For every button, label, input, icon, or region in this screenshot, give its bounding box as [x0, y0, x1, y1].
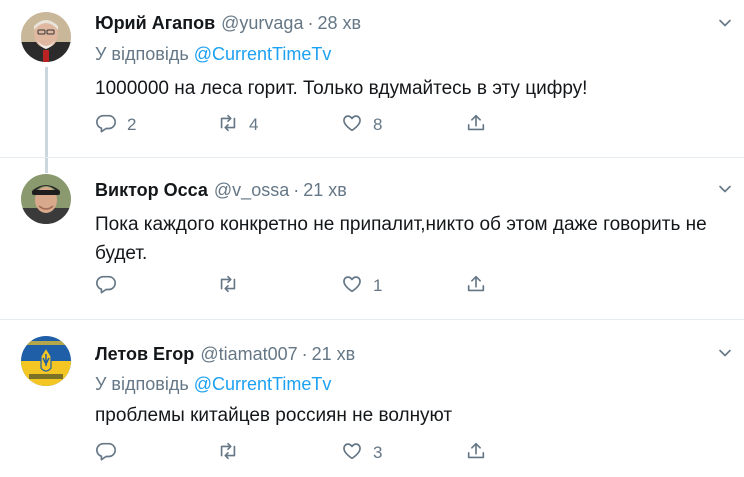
tweet-actions: 2 4 8	[95, 112, 515, 138]
tweet[interactable]: Летов Егор @tiamat007 · 21 хв У відповідь @…	[0, 319, 744, 477]
tweet-text: 1000000 на леса горит. Только вдумайтесь…	[95, 78, 588, 99]
separator-dot: ·	[307, 13, 314, 33]
user-handle[interactable]: @tiamat007	[200, 344, 297, 364]
heart-icon	[341, 112, 363, 139]
retweet-button[interactable]: 4	[217, 112, 258, 138]
reply-context: У відповідь @CurrentTimeTv	[95, 43, 331, 65]
reply-context: У відповідь @CurrentTimeTv	[95, 373, 331, 395]
retweet-icon	[217, 112, 239, 139]
retweet-button[interactable]	[217, 440, 239, 466]
mention-link[interactable]: @CurrentTimeTv	[194, 374, 332, 394]
reply-count: 2	[127, 115, 137, 134]
tweet-header: Летов Егор @tiamat007 · 21 хв	[95, 343, 355, 365]
separator-dot: ·	[293, 180, 300, 200]
share-button[interactable]	[465, 273, 487, 299]
chevron-down-icon[interactable]	[718, 16, 732, 30]
timestamp[interactable]: 28 хв	[317, 13, 361, 33]
avatar[interactable]	[21, 174, 71, 224]
share-icon	[465, 273, 487, 300]
tweet-header: Юрий Агапов @yurvaga · 28 хв	[95, 12, 361, 34]
tweet[interactable]: Юрий Агапов @yurvaga · 28 хв У відповідь @C…	[0, 0, 744, 173]
reply-button[interactable]: 2	[95, 112, 136, 138]
retweet-button[interactable]	[217, 273, 239, 299]
user-handle[interactable]: @v_ossa	[214, 180, 289, 200]
separator-dot: ·	[301, 344, 308, 364]
avatar[interactable]	[21, 12, 71, 62]
like-count: 1	[373, 276, 383, 295]
like-button[interactable]: 3	[341, 440, 382, 466]
reply-icon	[95, 112, 117, 139]
tweet-actions: 3	[95, 440, 515, 466]
avatar[interactable]	[21, 336, 71, 386]
reply-button[interactable]	[95, 273, 117, 299]
retweet-icon	[217, 273, 239, 300]
like-count: 3	[373, 443, 383, 462]
heart-icon	[341, 273, 363, 300]
share-button[interactable]	[465, 440, 487, 466]
mention-link[interactable]: @CurrentTimeTv	[194, 44, 332, 64]
tweet-header: Виктор Осса @v_ossa · 21 хв	[95, 179, 347, 201]
like-button[interactable]: 1	[341, 273, 382, 299]
reply-prefix: У відповідь	[95, 374, 189, 394]
reply-icon	[95, 273, 117, 300]
reply-icon	[95, 440, 117, 467]
heart-icon	[341, 440, 363, 467]
display-name[interactable]: Летов Егор	[95, 344, 194, 364]
reply-button[interactable]	[95, 440, 117, 466]
reply-prefix: У відповідь	[95, 44, 189, 64]
like-button[interactable]: 8	[341, 112, 382, 138]
retweet-count: 4	[249, 115, 259, 134]
user-handle[interactable]: @yurvaga	[221, 13, 303, 33]
chevron-down-icon[interactable]	[718, 182, 732, 196]
timestamp[interactable]: 21 хв	[312, 344, 356, 364]
tweet-actions: 1	[95, 273, 515, 299]
tweet-text: Пока каждого конкретно не припалит,никто…	[95, 214, 707, 264]
share-icon	[465, 440, 487, 467]
tweet[interactable]: Виктор Осса @v_ossa · 21 хв Пока каждого ко…	[0, 157, 744, 319]
timestamp[interactable]: 21 хв	[303, 180, 347, 200]
share-icon	[465, 112, 487, 139]
retweet-icon	[217, 440, 239, 467]
reply-thread: Юрий Агапов @yurvaga · 28 хв У відповідь @C…	[0, 0, 744, 477]
like-count: 8	[373, 115, 383, 134]
display-name[interactable]: Виктор Осса	[95, 180, 208, 200]
share-button[interactable]	[465, 112, 487, 138]
display-name[interactable]: Юрий Агапов	[95, 13, 215, 33]
tweet-text: проблемы китайцев россиян не волнуют	[95, 405, 453, 426]
chevron-down-icon[interactable]	[718, 346, 732, 360]
